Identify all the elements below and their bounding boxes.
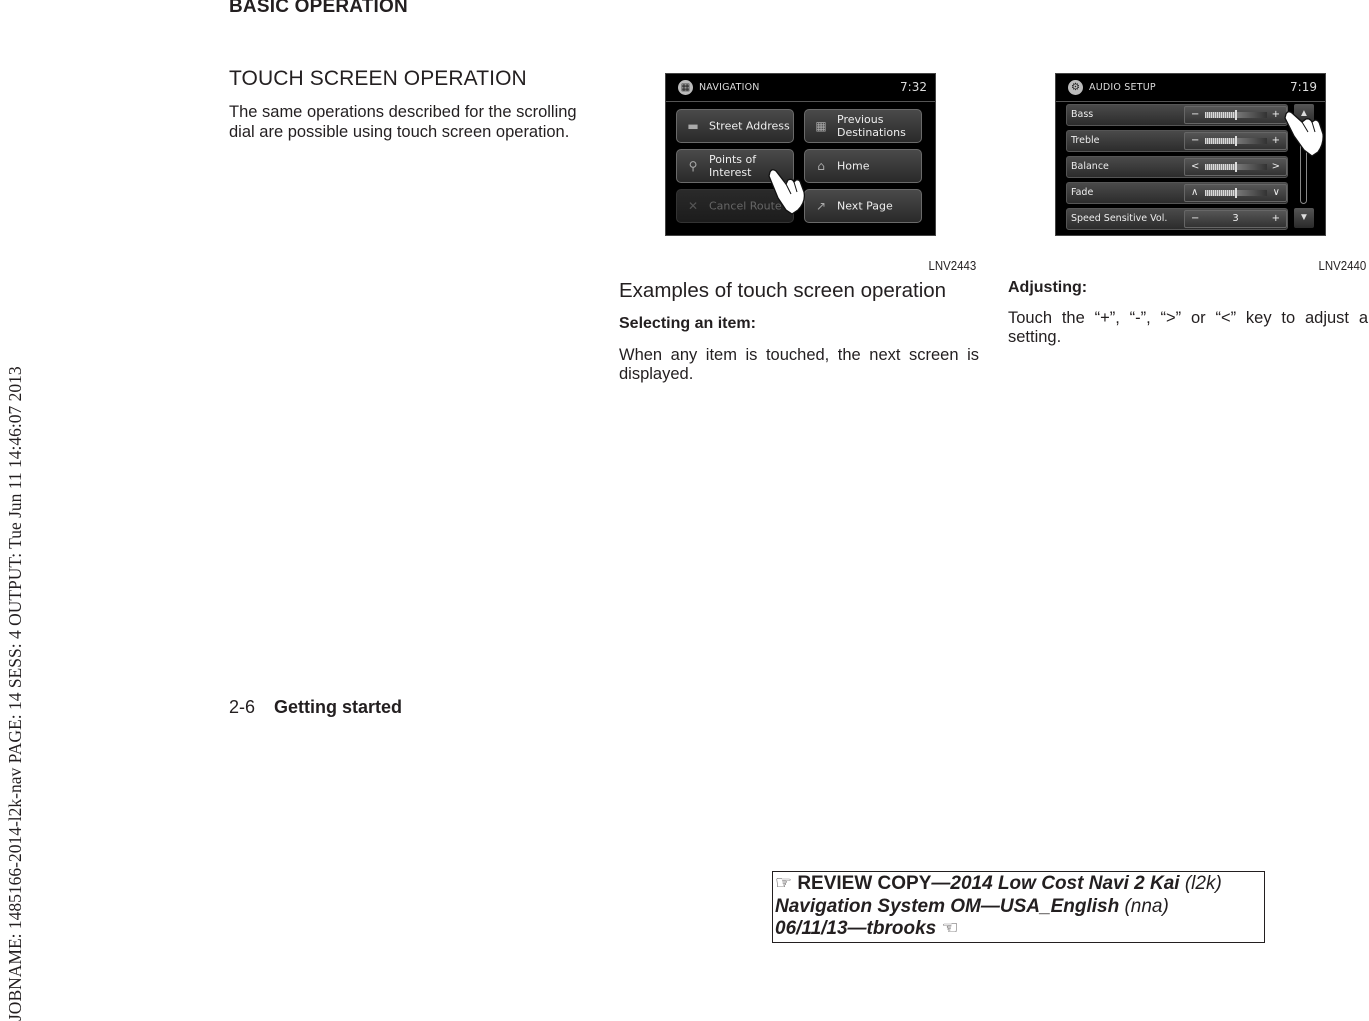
bass-level-bar	[1205, 110, 1267, 120]
treble-decrease-button[interactable]: −	[1191, 135, 1199, 146]
nav-title: NAVIGATION	[699, 82, 760, 93]
audio-figure-caption: LNV2440	[1318, 258, 1366, 273]
fade-level-bar	[1205, 188, 1267, 198]
jobname-slug: JOBNAME: 1485166-2014-l2k-nav PAGE: 14 S…	[5, 366, 25, 1021]
touching-hand-icon	[768, 169, 806, 215]
street-address-button[interactable]: ▬ Street Address	[676, 109, 794, 143]
section-header: BASIC OPERATION	[229, 0, 408, 17]
adjusting-heading: Adjusting:	[1008, 279, 1088, 296]
selecting-text: When any item is touched, the next scree…	[619, 346, 979, 383]
pointing-left-hand-icon: ☜	[941, 918, 959, 939]
bass-increase-button[interactable]: +	[1272, 109, 1280, 120]
audio-title-bar: ⚙ AUDIO SETUP 7:19	[1056, 74, 1325, 102]
home-button[interactable]: ⌂ Home	[804, 149, 922, 183]
fade-front-button[interactable]: ∧	[1191, 187, 1198, 198]
touch-intro: The same operations described for the sc…	[229, 103, 577, 141]
treble-row: Treble − +	[1066, 130, 1288, 152]
fade-row: Fade ∧ ∨	[1066, 182, 1288, 204]
nav-figure-caption: LNV2443	[928, 258, 976, 273]
review-copy-box: ☞ REVIEW COPY—2014 Low Cost Navi 2 Kai (…	[772, 871, 1265, 943]
audio-setup-screen-figure: ⚙ AUDIO SETUP 7:19 Bass − + Treble − + B…	[1055, 73, 1326, 236]
speed-sensitive-vol-row: Speed Sensitive Vol. − 3 +	[1066, 208, 1288, 230]
street-address-icon: ▬	[687, 119, 699, 133]
audio-title: AUDIO SETUP	[1089, 82, 1156, 93]
page-chapter-title: Getting started	[274, 697, 403, 717]
next-page-icon: ↗	[815, 199, 827, 213]
treble-increase-button[interactable]: +	[1272, 135, 1280, 146]
adjusting-section: Adjusting: Touch the “+”, “-”, “>” or “<…	[1008, 278, 1368, 347]
scroll-down-button[interactable]: ▼	[1294, 208, 1314, 228]
balance-slider[interactable]: < >	[1184, 158, 1287, 176]
speed-sensitive-vol-stepper[interactable]: − 3 +	[1184, 210, 1287, 228]
treble-level-bar	[1205, 136, 1267, 146]
bass-slider[interactable]: − +	[1184, 106, 1287, 124]
adjusting-text: Touch the “+”, “-”, “>” or “<” key to ad…	[1008, 309, 1368, 346]
audio-clock: 7:19	[1290, 80, 1317, 94]
touch-heading: TOUCH SCREEN OPERATION	[229, 67, 527, 90]
previous-destinations-button[interactable]: ▦ Previous Destinations	[804, 109, 922, 143]
balance-right-button[interactable]: >	[1272, 161, 1280, 172]
page-number: 2-6	[229, 697, 256, 717]
cancel-route-icon: ✕	[687, 199, 699, 213]
balance-level-bar	[1205, 162, 1267, 172]
speed-vol-increase-button[interactable]: +	[1272, 213, 1280, 224]
treble-slider[interactable]: − +	[1184, 132, 1287, 150]
navigation-screen-figure: ▦ NAVIGATION 7:32 ▬ Street Address ▦ Pre…	[665, 73, 936, 236]
examples-section: Examples of touch screen operation Selec…	[619, 278, 979, 384]
touch-section: TOUCH SCREEN OPERATION The same operatio…	[229, 66, 591, 142]
balance-row: Balance < >	[1066, 156, 1288, 178]
nav-title-bar: ▦ NAVIGATION 7:32	[666, 74, 935, 102]
gear-icon: ⚙	[1068, 80, 1083, 95]
balance-left-button[interactable]: <	[1191, 161, 1199, 172]
pointing-right-hand-icon: ☞	[775, 873, 793, 894]
nav-clock: 7:32	[900, 80, 927, 94]
home-icon: ⌂	[817, 159, 825, 173]
bass-decrease-button[interactable]: −	[1191, 109, 1199, 120]
checkered-flag-icon: ▦	[678, 80, 693, 95]
fade-slider[interactable]: ∧ ∨	[1184, 184, 1287, 202]
selecting-heading: Selecting an item:	[619, 315, 756, 332]
previous-destinations-icon: ▦	[815, 119, 827, 133]
bass-row: Bass − +	[1066, 104, 1288, 126]
examples-heading: Examples of touch screen operation	[619, 279, 947, 302]
page-footer: 2-6 Getting started	[229, 697, 402, 718]
poi-pin-icon: ⚲	[688, 159, 698, 173]
fade-rear-button[interactable]: ∨	[1273, 187, 1280, 198]
touching-hand-icon	[1284, 111, 1324, 157]
next-page-button[interactable]: ↗ Next Page	[804, 189, 922, 223]
